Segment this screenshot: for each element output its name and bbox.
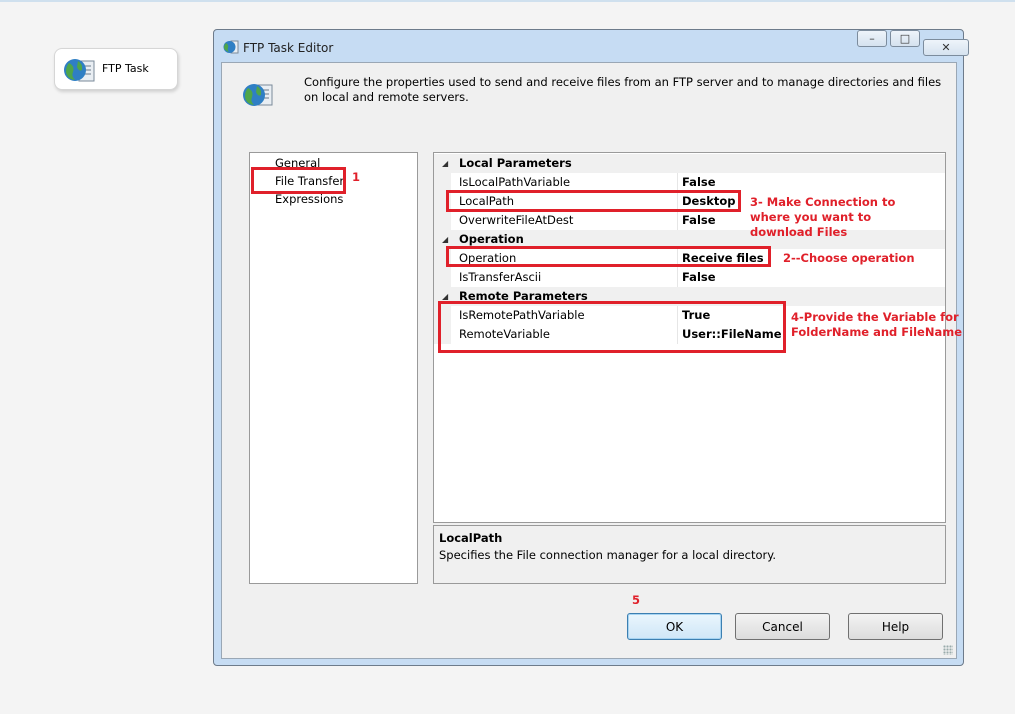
annotation-step-4: 4-Provide the Variable for FolderName an… [791,310,962,340]
resize-grip[interactable] [943,645,953,655]
row-gutter [434,211,451,230]
category-label: Operation [459,232,524,246]
annotation-step-2: 2--Choose operation [783,251,915,265]
dialog-client-area: Configure the properties used to send an… [221,62,957,659]
annotation-step-3-line: where you want to [750,210,872,224]
category-label: Local Parameters [459,156,572,170]
description-text: Specifies the File connection manager fo… [439,548,777,562]
property-value[interactable]: False [682,213,716,227]
column-divider [677,268,678,287]
page-navigation-list: General File Transfer Expressions [249,152,418,584]
top-border-line [0,0,1015,2]
property-value[interactable]: False [682,175,716,189]
annotation-step-3-line: 3- Make Connection to [750,195,896,209]
task-label: FTP Task [102,62,149,75]
collapse-triangle-icon[interactable]: ◢ [442,159,448,168]
ftp-task-component[interactable]: FTP Task [54,48,178,90]
ftp-header-icon [241,80,275,111]
property-name: OverwriteFileAtDest [459,213,574,227]
annotation-step-5: 5 [632,593,641,607]
help-button[interactable]: Help [848,613,943,640]
annotation-step-3: 3- Make Connection to where you want to … [750,195,895,240]
restore-icon: □ [899,32,911,45]
minimize-button[interactable]: – [857,30,887,47]
collapse-triangle-icon[interactable]: ◢ [442,235,448,244]
window-title: FTP Task Editor [243,41,334,55]
annotation-step-4-line: FolderName and FileName [791,325,962,339]
ftp-globe-icon [223,40,239,57]
minimize-icon: – [869,32,875,45]
column-divider [677,211,678,230]
property-value[interactable]: False [682,270,716,284]
nav-item-expressions[interactable]: Expressions [275,192,343,206]
close-button[interactable]: ✕ [923,39,969,56]
ftp-task-icon [61,57,97,86]
title-bar[interactable]: FTP Task Editor – □ ✕ [214,30,969,62]
description-title: LocalPath [439,531,503,545]
annotation-box-operation [446,246,771,267]
collapse-triangle-icon[interactable]: ◢ [442,292,448,301]
ok-button[interactable]: OK [627,613,722,640]
annotation-box-localpath [446,190,741,212]
property-name: IsTransferAscii [459,270,542,284]
row-gutter [434,268,451,287]
annotation-step-1: 1 [352,170,361,184]
property-name: IsLocalPathVariable [459,175,571,189]
cancel-button[interactable]: Cancel [735,613,830,640]
property-row-istransferascii[interactable]: IsTransferAscii False [434,268,945,287]
category-local-parameters[interactable]: ◢ Local Parameters [434,154,945,173]
restore-button[interactable]: □ [890,30,920,47]
annotation-step-3-line: download Files [750,225,848,239]
annotation-step-4-line: 4-Provide the Variable for [791,310,959,324]
annotation-box-remote-parameters [438,301,786,353]
annotation-box-file-transfer [251,167,346,194]
dialog-description: Configure the properties used to send an… [304,75,942,104]
close-icon: ✕ [941,41,951,54]
property-description-panel: LocalPath Specifies the File connection … [433,525,946,584]
